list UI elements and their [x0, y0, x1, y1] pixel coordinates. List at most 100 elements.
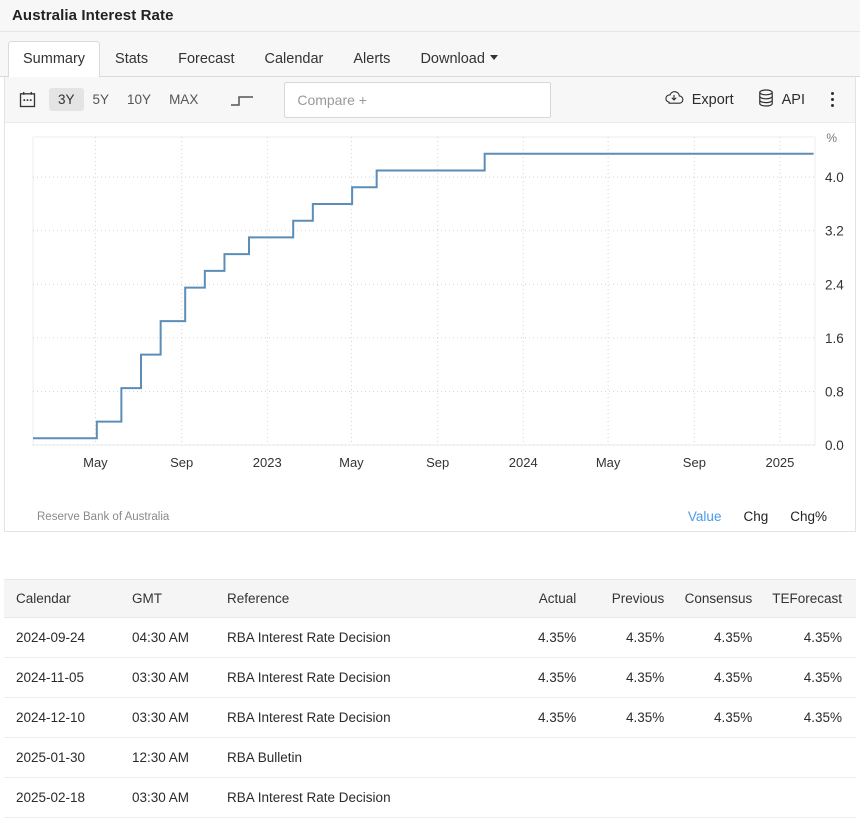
- calendar-table: Calendar GMT Reference Actual Previous C…: [4, 579, 856, 831]
- api-label: API: [782, 92, 805, 108]
- cloud-download-icon: [664, 90, 684, 110]
- metric-chgpct[interactable]: Chg%: [790, 509, 827, 524]
- metric-value[interactable]: Value: [688, 509, 722, 524]
- compare-input[interactable]: [284, 82, 551, 118]
- table-row[interactable]: 2024-12-1003:30 AMRBA Interest Rate Deci…: [4, 698, 856, 738]
- cell-teforecast: 4.35%: [762, 698, 856, 738]
- tab-summary[interactable]: Summary: [8, 41, 100, 78]
- cell-consensus: [674, 738, 762, 778]
- table-row[interactable]: 2025-02-1912:30 AMRBA Chart Pack: [4, 818, 856, 831]
- range-3y[interactable]: 3Y: [49, 88, 84, 112]
- cell-calendar: 2024-11-05: [4, 658, 122, 698]
- cell-calendar: 2024-09-24: [4, 618, 122, 658]
- svg-text:1.6: 1.6: [825, 331, 844, 346]
- cell-reference: RBA Chart Pack: [217, 818, 498, 831]
- cell-consensus: [674, 818, 762, 831]
- table-row[interactable]: 2025-02-1803:30 AMRBA Interest Rate Deci…: [4, 778, 856, 818]
- cell-previous: 4.35%: [586, 698, 674, 738]
- tab-bar: Summary Stats Forecast Calendar Alerts D…: [0, 32, 860, 77]
- cell-actual: [498, 778, 586, 818]
- tab-stats[interactable]: Stats: [100, 41, 163, 78]
- chart-plot-area[interactable]: % MaySep2023MaySep2024MaySep20250.00.81.…: [5, 123, 855, 532]
- cell-calendar: 2025-02-19: [4, 818, 122, 831]
- cell-teforecast: [762, 818, 856, 831]
- tab-label: Stats: [115, 51, 148, 67]
- cell-reference: RBA Interest Rate Decision: [217, 698, 498, 738]
- column-header-actual[interactable]: Actual: [498, 580, 586, 618]
- api-button[interactable]: API: [748, 83, 815, 117]
- svg-text:May: May: [83, 455, 108, 470]
- svg-text:2.4: 2.4: [825, 277, 844, 292]
- metric-chg[interactable]: Chg: [743, 509, 768, 524]
- database-icon: [758, 89, 774, 111]
- cell-calendar: 2024-12-10: [4, 698, 122, 738]
- page-title: Australia Interest Rate: [12, 7, 174, 24]
- cell-calendar: 2025-02-18: [4, 778, 122, 818]
- cell-gmt: 04:30 AM: [122, 618, 217, 658]
- cell-consensus: 4.35%: [674, 618, 762, 658]
- calendar-table-wrap: Calendar GMT Reference Actual Previous C…: [0, 579, 860, 831]
- cell-calendar: 2025-01-30: [4, 738, 122, 778]
- cell-consensus: 4.35%: [674, 698, 762, 738]
- tab-download[interactable]: Download: [405, 41, 513, 78]
- column-header-calendar[interactable]: Calendar: [4, 580, 122, 618]
- table-row[interactable]: 2025-01-3012:30 AMRBA Bulletin: [4, 738, 856, 778]
- chart-toolbar: 3Y 5Y 10Y MAX Export: [5, 77, 855, 123]
- cell-reference: RBA Interest Rate Decision: [217, 618, 498, 658]
- cell-consensus: [674, 778, 762, 818]
- interest-rate-step-chart: MaySep2023MaySep2024MaySep20250.00.81.62…: [5, 123, 857, 493]
- kebab-menu-icon[interactable]: [819, 84, 845, 116]
- page-header: Australia Interest Rate: [0, 0, 860, 32]
- column-header-consensus[interactable]: Consensus: [674, 580, 762, 618]
- cell-reference: RBA Bulletin: [217, 738, 498, 778]
- table-body: 2024-09-2404:30 AMRBA Interest Rate Deci…: [4, 618, 856, 831]
- cell-actual: [498, 818, 586, 831]
- svg-text:Sep: Sep: [170, 455, 193, 470]
- svg-text:4.0: 4.0: [825, 170, 844, 185]
- column-header-gmt[interactable]: GMT: [122, 580, 217, 618]
- cell-previous: [586, 818, 674, 831]
- cell-gmt: 03:30 AM: [122, 658, 217, 698]
- cell-actual: 4.35%: [498, 658, 586, 698]
- cell-reference: RBA Interest Rate Decision: [217, 778, 498, 818]
- cell-actual: 4.35%: [498, 698, 586, 738]
- toolbar-actions: Export API: [654, 83, 845, 117]
- tab-forecast[interactable]: Forecast: [163, 41, 249, 78]
- tab-calendar[interactable]: Calendar: [250, 41, 339, 78]
- svg-text:3.2: 3.2: [825, 224, 844, 239]
- table-row[interactable]: 2024-11-0503:30 AMRBA Interest Rate Deci…: [4, 658, 856, 698]
- range-10y[interactable]: 10Y: [118, 88, 160, 112]
- range-max[interactable]: MAX: [160, 88, 207, 112]
- table-row[interactable]: 2024-09-2404:30 AMRBA Interest Rate Deci…: [4, 618, 856, 658]
- column-header-previous[interactable]: Previous: [586, 580, 674, 618]
- y-axis-unit-label: %: [826, 131, 837, 145]
- range-selector: 3Y 5Y 10Y MAX: [49, 88, 207, 112]
- svg-text:May: May: [596, 455, 621, 470]
- cell-actual: 4.35%: [498, 618, 586, 658]
- step-line-icon[interactable]: [221, 84, 265, 116]
- chevron-down-icon: [490, 55, 498, 60]
- tab-label: Forecast: [178, 51, 234, 67]
- chart-source: Reserve Bank of Australia: [37, 511, 169, 523]
- cell-gmt: 12:30 AM: [122, 738, 217, 778]
- export-button[interactable]: Export: [654, 84, 744, 116]
- range-5y[interactable]: 5Y: [84, 88, 119, 112]
- cell-gmt: 03:30 AM: [122, 698, 217, 738]
- chart-card: 3Y 5Y 10Y MAX Export: [4, 77, 856, 532]
- metric-toggle-group: Value Chg Chg%: [688, 509, 827, 524]
- column-header-reference[interactable]: Reference: [217, 580, 498, 618]
- cell-teforecast: 4.35%: [762, 618, 856, 658]
- table-head: Calendar GMT Reference Actual Previous C…: [4, 580, 856, 618]
- column-header-teforecast[interactable]: TEForecast: [762, 580, 856, 618]
- svg-text:2025: 2025: [765, 455, 794, 470]
- cell-previous: [586, 778, 674, 818]
- cell-previous: 4.35%: [586, 658, 674, 698]
- cell-gmt: 03:30 AM: [122, 778, 217, 818]
- svg-text:Sep: Sep: [683, 455, 706, 470]
- calendar-icon[interactable]: [11, 84, 43, 116]
- chart-footer: Reserve Bank of Australia Value Chg Chg%: [5, 509, 855, 524]
- tab-alerts[interactable]: Alerts: [338, 41, 405, 78]
- cell-teforecast: [762, 778, 856, 818]
- cell-previous: [586, 738, 674, 778]
- export-label: Export: [692, 92, 734, 108]
